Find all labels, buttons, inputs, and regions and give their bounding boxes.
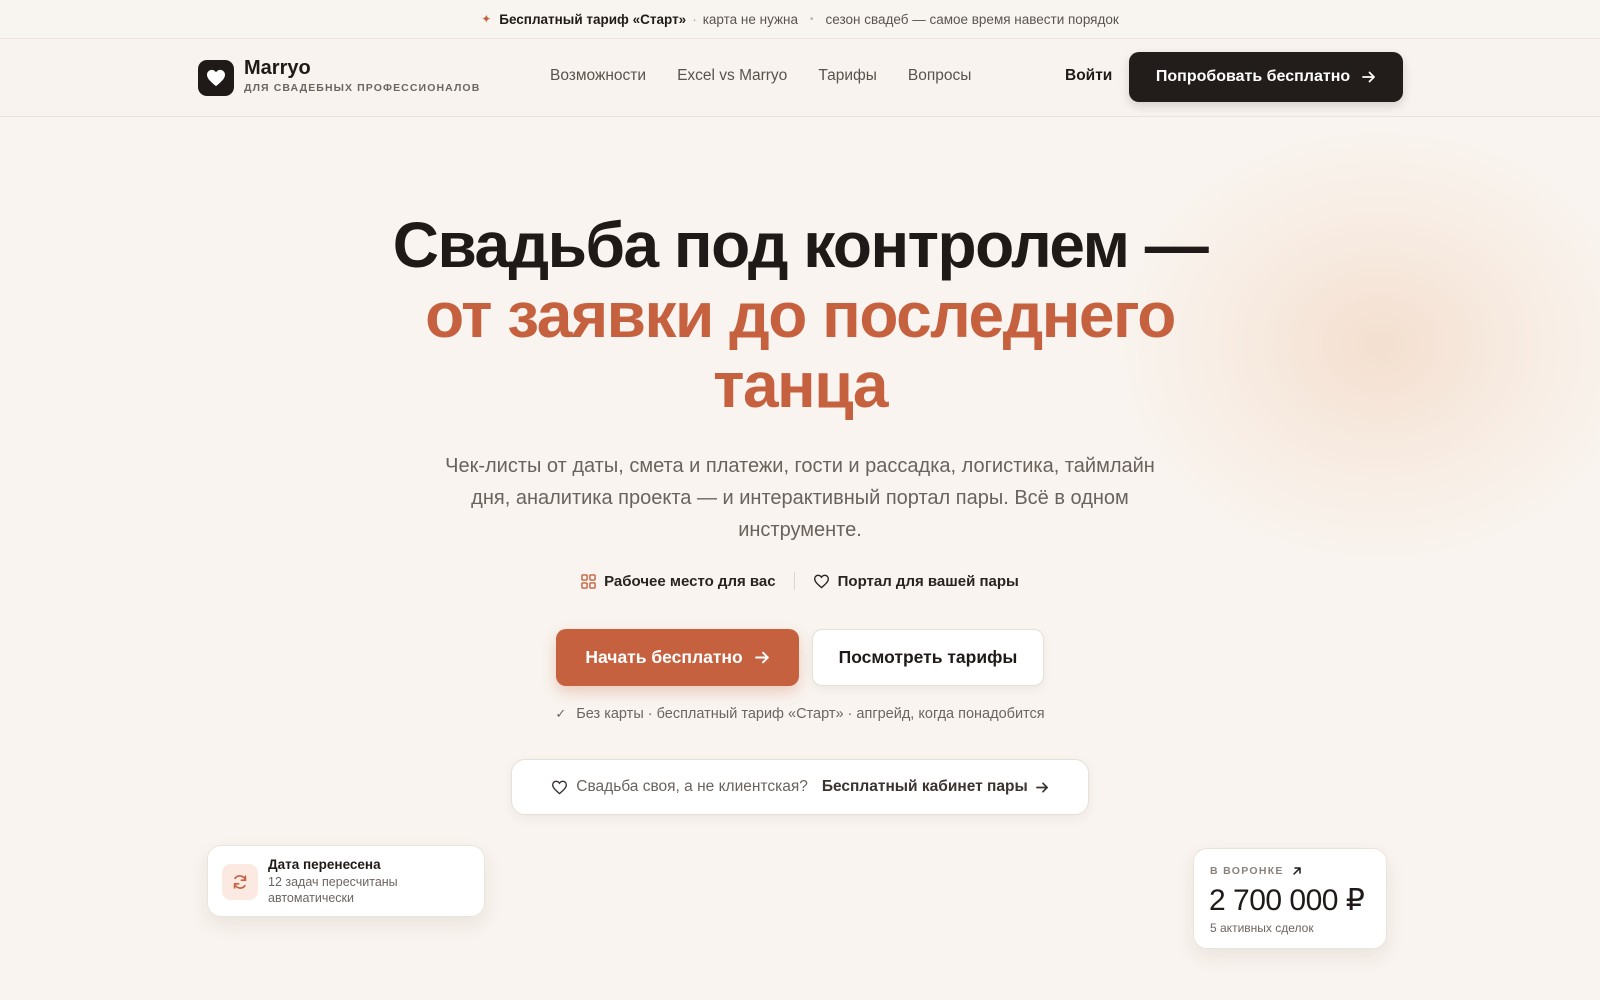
reschedule-card-description: 12 задач пересчитаны автоматически [268,875,398,905]
hero-title: Свадьба под контролем — от заявки до пос… [300,210,1300,420]
hero-lead: Чек-листы от даты, смета и платежи, гост… [445,455,1155,541]
funnel-card-label-row: В ВОРОНКЕ [1210,865,1302,877]
announcement-item-2: сезон свадеб — самое время навести поряд… [825,11,1119,27]
funnel-card-value: 2 700 000 ₽ [1209,884,1365,917]
couple-cabinet-bar[interactable]: Свадьба своя, а не клиентская? Бесплатны… [511,759,1089,815]
site-header: Marryo ДЛЯ СВАДЕБНЫХ ПРОФЕССИОНАЛОВ Возм… [0,39,1600,117]
announcement-item-1: карта не нужна [702,11,798,27]
mode-switch: Рабочее место для вас Портал для вашей п… [0,572,1600,590]
logo-heart-icon[interactable] [198,60,234,96]
mode-workspace[interactable]: Рабочее место для вас [563,573,794,590]
sparkle-icon: ✦ [481,12,492,26]
start-free-button-label: Начать бесплатно [585,647,743,667]
funnel-card-label: В ВОРОНКЕ [1210,865,1284,877]
hero-note-text: Без карты · бесплатный тариф «Старт» · а… [576,706,1045,722]
try-free-button-label: Попробовать бесплатно [1155,68,1351,85]
arrow-right-icon [1362,71,1376,83]
nav-link-pricing[interactable]: Тарифы [818,67,877,85]
view-pricing-button-label: Посмотреть тарифы [838,647,1018,667]
couple-cabinet-link[interactable]: Бесплатный кабинет пары [822,778,1028,796]
mode-workspace-label: Рабочее место для вас [604,572,776,590]
try-free-button[interactable]: Попробовать бесплатно [1129,52,1403,102]
announcement-highlight: Бесплатный тариф «Старт» [499,11,687,27]
heart-outline-icon [552,780,568,795]
dot-separator: • [809,13,814,25]
start-free-button[interactable]: Начать бесплатно [556,629,799,686]
couple-question: Свадьба своя, а не клиентская? [576,778,808,795]
hero-title-line-2: от заявки до последнего [425,279,1176,351]
funnel-card-subtitle: 5 активных сделок [1210,921,1314,935]
arrow-right-icon [1035,781,1048,793]
reschedule-card-title: Дата перенесена [268,857,381,872]
dot-separator: · [692,11,697,27]
hero-title-line-1: Свадьба под контролем — [392,209,1209,281]
nav-link-faq[interactable]: Вопросы [908,67,971,85]
announcement-bar: ✦ Бесплатный тариф «Старт» · карта не ну… [0,0,1600,39]
main-nav: Возможности Excel vs Marryo Тарифы Вопро… [550,67,971,85]
arrow-up-right-icon [1292,867,1301,875]
hero-title-line-3: танца [713,349,888,421]
hero-note: ✓ Без карты · бесплатный тариф «Старт» · … [0,706,1600,722]
logo-tagline: ДЛЯ СВАДЕБНЫХ ПРОФЕССИОНАЛОВ [244,82,481,94]
heart-outline-icon [813,574,829,589]
mode-portal[interactable]: Портал для вашей пары [795,573,1037,590]
nav-link-features[interactable]: Возможности [550,67,646,85]
login-link[interactable]: Войти [1065,67,1112,85]
refresh-icon [222,864,258,900]
logo-name[interactable]: Marryo [244,57,311,80]
grid-icon [581,573,596,589]
mode-portal-label: Портал для вашей пары [837,572,1019,590]
reschedule-card: Дата перенесена 12 задач пересчитаны авт… [207,845,485,917]
funnel-card: В ВОРОНКЕ 2 700 000 ₽ 5 активных сделок [1193,848,1387,949]
view-pricing-button[interactable]: Посмотреть тарифы [812,629,1044,686]
nav-link-excel-vs-marryo[interactable]: Excel vs Marryo [677,67,787,85]
arrow-right-icon [754,651,769,664]
check-icon: ✓ [555,706,567,721]
